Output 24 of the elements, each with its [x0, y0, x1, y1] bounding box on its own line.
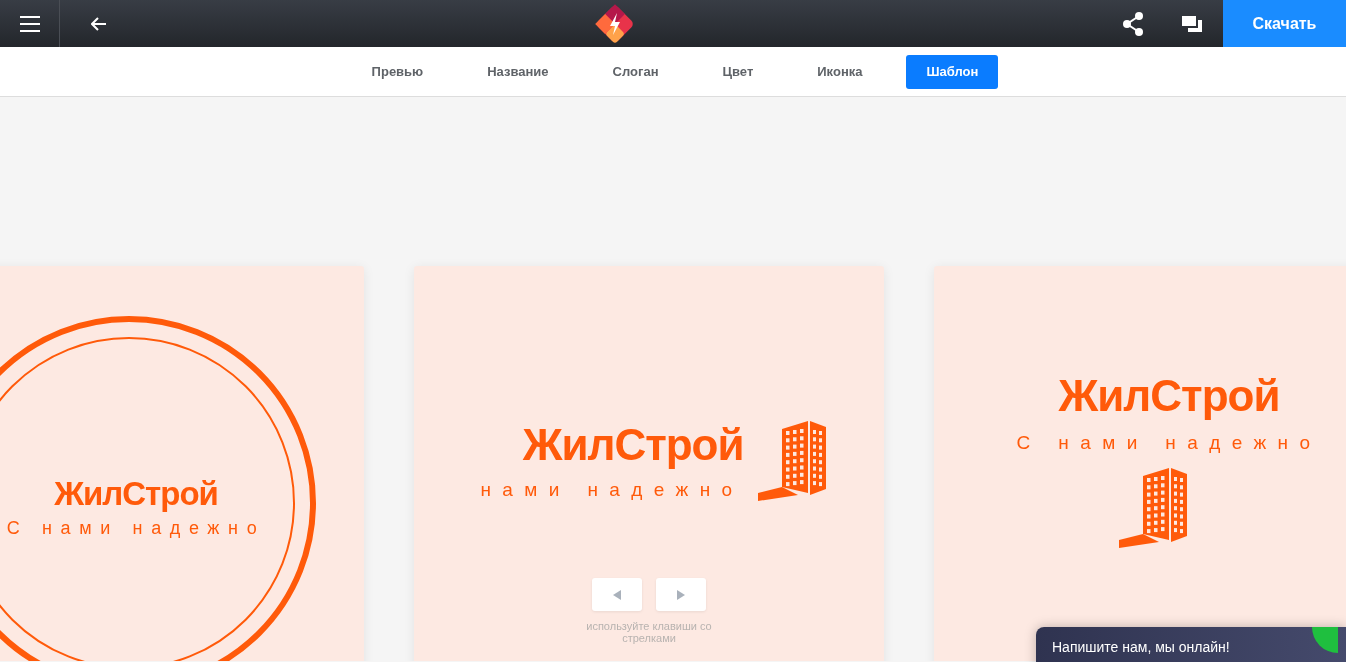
keyboard-hint: используйте клавиши со стрелками: [585, 621, 713, 645]
right-triangle-icon: [677, 589, 685, 600]
tab[interactable]: Слоган: [592, 54, 679, 89]
back-arrow-icon[interactable]: [91, 16, 107, 31]
online-indicator: [1312, 627, 1338, 653]
tab[interactable]: Цвет: [702, 54, 774, 89]
tab[interactable]: Шаблон: [906, 54, 999, 89]
tab[interactable]: Превью: [351, 54, 444, 89]
tab[interactable]: Иконка: [797, 54, 883, 89]
menu-icon[interactable]: [19, 15, 40, 32]
logo-slogan: С нами надежно: [6, 518, 266, 539]
logo-name: ЖилСтрой: [54, 477, 218, 510]
logo-slogan: С нами надежно: [1016, 432, 1322, 454]
chat-bubbles-icon[interactable]: [1182, 15, 1202, 32]
logo-slogan: нами надежно: [480, 479, 744, 501]
logo-name: ЖилСтрой: [1058, 374, 1280, 418]
left-triangle-icon: [613, 589, 621, 600]
building-icon: [757, 421, 828, 501]
tab[interactable]: Название: [467, 54, 569, 89]
building-icon: [1119, 468, 1189, 548]
logo-name: ЖилСтрой: [522, 423, 744, 467]
chat-widget[interactable]: Напишите нам, мы онлайн!: [1036, 627, 1346, 662]
share-icon[interactable]: [1122, 11, 1144, 36]
download-button[interactable]: Скачать: [1223, 0, 1346, 47]
